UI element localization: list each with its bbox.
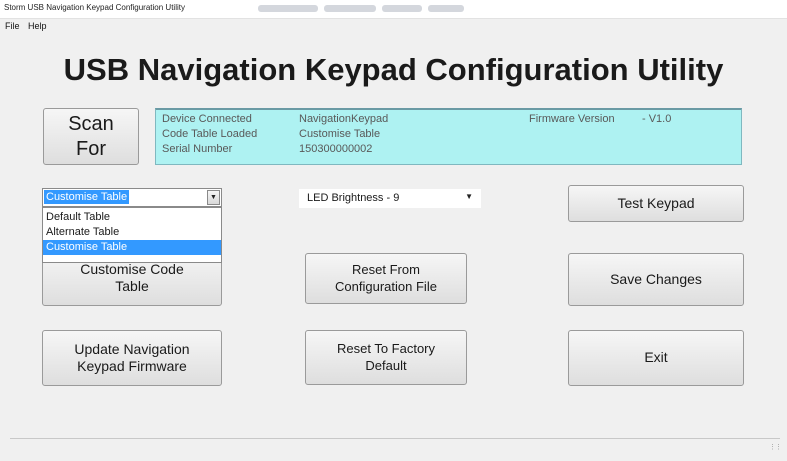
- update-firmware-label: Update Navigation Keypad Firmware: [74, 340, 190, 375]
- status-bar: [10, 438, 780, 453]
- title-redacted: [324, 5, 376, 12]
- scan-button[interactable]: Scan For: [43, 108, 139, 165]
- title-bar: Storm USB Navigation Keypad Configuratio…: [0, 0, 787, 19]
- app-window: Storm USB Navigation Keypad Configuratio…: [0, 0, 787, 461]
- resize-grip-icon[interactable]: ⋮⋮: [769, 443, 782, 451]
- save-changes-label: Save Changes: [610, 270, 702, 287]
- serial-number-label: Serial Number: [162, 143, 233, 155]
- code-table-dropdown-list: Default Table Alternate Table Customise …: [42, 207, 222, 263]
- menu-bar: File Help: [0, 19, 787, 35]
- dropdown-option-alternate-table[interactable]: Alternate Table: [43, 225, 221, 240]
- firmware-version-label: Firmware Version: [529, 113, 615, 125]
- save-changes-button[interactable]: Save Changes: [568, 253, 744, 306]
- device-info-panel: Device Connected NavigationKeypad Firmwa…: [155, 108, 742, 165]
- reset-factory-default-button[interactable]: Reset To Factory Default: [305, 330, 467, 385]
- reset-from-configuration-label: Reset From Configuration File: [335, 262, 437, 294]
- customise-code-table-label: Customise Code Table: [80, 260, 184, 295]
- led-brightness-value: LED Brightness - 9: [307, 192, 400, 204]
- code-table-select-value: Customise Table: [44, 190, 130, 204]
- code-table-select[interactable]: Customise Table ▼: [42, 188, 222, 207]
- reset-from-configuration-button[interactable]: Reset From Configuration File: [305, 253, 467, 304]
- test-keypad-button[interactable]: Test Keypad: [568, 185, 744, 222]
- serial-number-value: 150300000002: [299, 143, 373, 155]
- device-connected-value: NavigationKeypad: [299, 113, 389, 125]
- chevron-down-icon[interactable]: ▼: [207, 190, 220, 205]
- code-table-label: Code Table Loaded: [162, 128, 258, 140]
- title-redacted: [428, 5, 464, 12]
- firmware-version-value: - V1.0: [642, 113, 672, 125]
- menu-help[interactable]: Help: [28, 21, 47, 31]
- dropdown-option-customise-table[interactable]: Customise Table: [43, 240, 221, 255]
- dropdown-option-default-table[interactable]: Default Table: [43, 210, 221, 225]
- device-connected-label: Device Connected: [162, 113, 252, 125]
- menu-file[interactable]: File: [5, 21, 20, 31]
- title-redacted: [258, 5, 318, 12]
- exit-label: Exit: [644, 349, 668, 366]
- page-title: USB Navigation Keypad Configuration Util…: [63, 52, 724, 87]
- code-table-value: Customise Table: [299, 128, 381, 140]
- led-brightness-select[interactable]: LED Brightness - 9 ▼: [298, 188, 482, 209]
- exit-button[interactable]: Exit: [568, 330, 744, 386]
- reset-factory-default-label: Reset To Factory Default: [336, 341, 436, 373]
- chevron-down-icon[interactable]: ▼: [465, 192, 473, 201]
- title-redacted: [382, 5, 422, 12]
- scan-button-label: Scan For: [68, 112, 114, 160]
- window-title: Storm USB Navigation Keypad Configuratio…: [4, 3, 185, 12]
- update-firmware-button[interactable]: Update Navigation Keypad Firmware: [42, 330, 222, 386]
- test-keypad-label: Test Keypad: [617, 194, 695, 211]
